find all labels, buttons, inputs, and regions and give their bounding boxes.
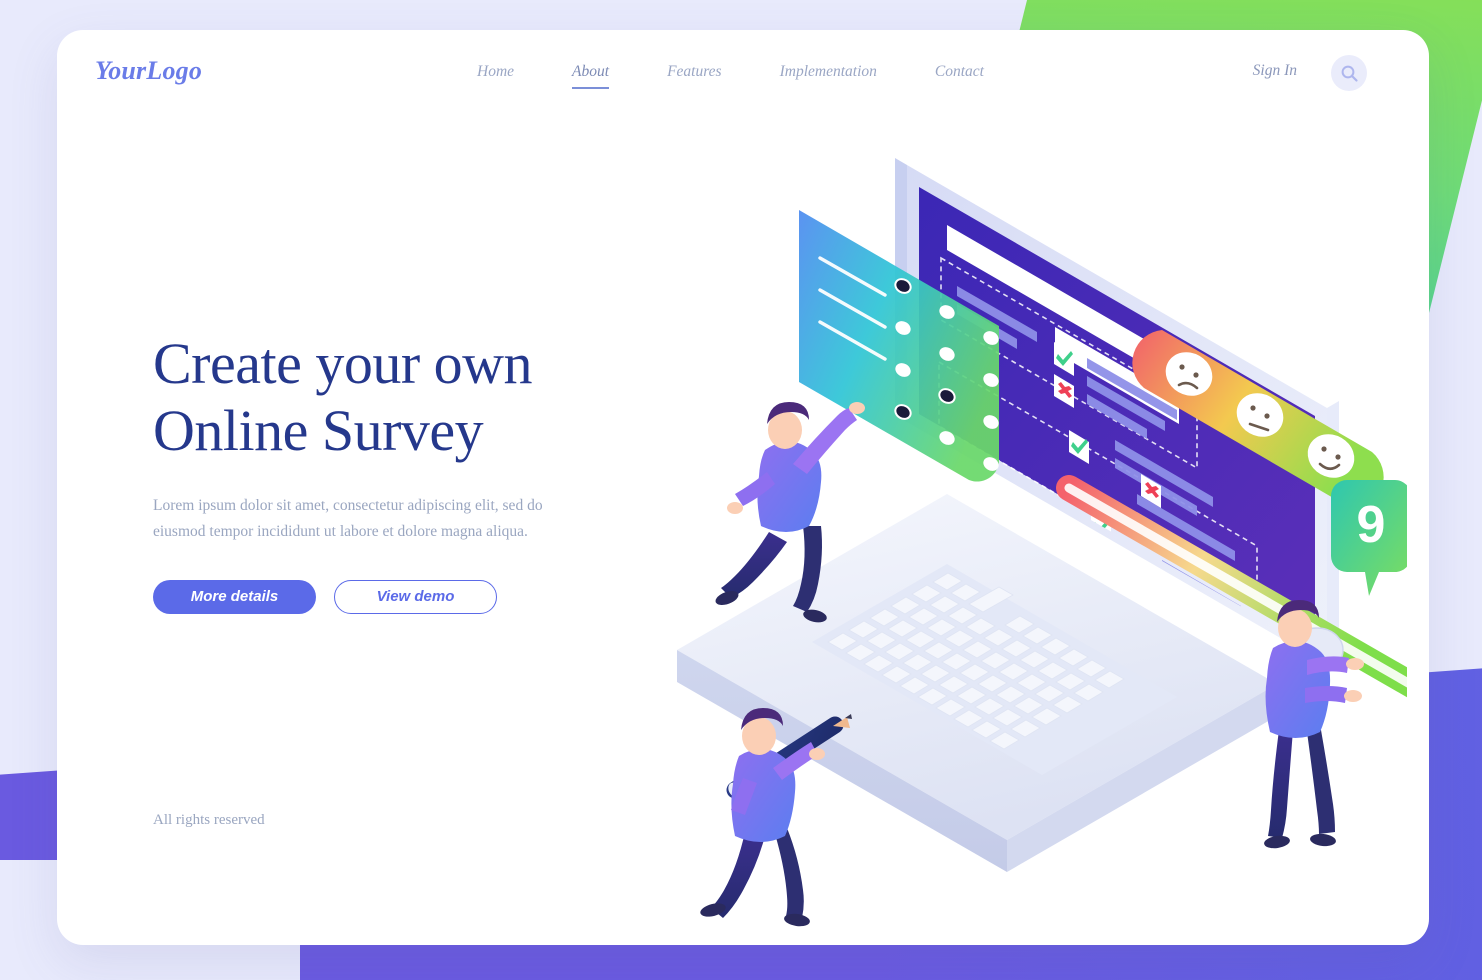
search-button[interactable] [1331, 55, 1367, 91]
copyright-text: All rights reserved [153, 812, 265, 828]
hero-title-line-1: Create your own [153, 331, 533, 396]
page-background: YourLogo Home About Features Implementat… [0, 0, 1482, 980]
page-title: Create your own Online Survey [153, 330, 693, 465]
hero-button-group: More details View demo [153, 579, 693, 614]
search-icon [1341, 65, 1358, 82]
landing-page-card: YourLogo Home About Features Implementat… [57, 30, 1429, 945]
view-demo-button[interactable]: View demo [334, 579, 497, 614]
nav-item-features[interactable]: Features [667, 60, 722, 89]
hero-subtitle: Lorem ipsum dolor sit amet, consectetur … [153, 496, 543, 541]
more-details-button[interactable]: More details [153, 579, 316, 614]
hero-illustration: 9 [617, 90, 1407, 930]
score-badge-bubble: 9 [1331, 480, 1407, 596]
nav-item-about[interactable]: About [572, 60, 610, 89]
site-logo[interactable]: YourLogo [95, 56, 202, 86]
nav-item-home[interactable]: Home [477, 60, 514, 89]
sign-in-link[interactable]: Sign In [1253, 62, 1297, 80]
hero-title-line-2: Online Survey [153, 398, 484, 464]
hero-section: Create your own Online Survey Lorem ipsu… [153, 330, 693, 614]
main-navigation: Home About Features Implementation Conta… [477, 60, 984, 89]
nav-item-implementation[interactable]: Implementation [780, 60, 877, 89]
badge-value: 9 [1357, 496, 1386, 554]
nav-item-contact[interactable]: Contact [935, 60, 984, 89]
